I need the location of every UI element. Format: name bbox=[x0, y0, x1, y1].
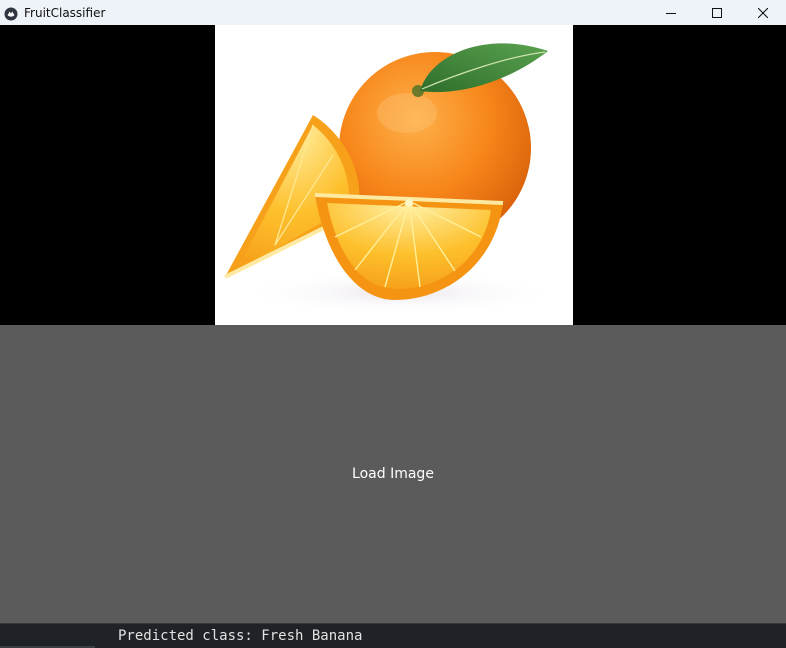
close-icon bbox=[758, 7, 768, 18]
minimize-icon bbox=[666, 12, 676, 14]
app-window: FruitClassifier Load Image Predicted cla… bbox=[0, 0, 786, 648]
close-button[interactable] bbox=[740, 0, 786, 25]
maximize-icon bbox=[712, 7, 722, 18]
window-title: FruitClassifier bbox=[24, 5, 106, 20]
app-logo-icon bbox=[4, 6, 18, 20]
minimize-button[interactable] bbox=[648, 0, 694, 25]
prediction-label: Predicted class: Fresh Banana bbox=[118, 628, 363, 644]
title-bar[interactable]: FruitClassifier bbox=[0, 0, 786, 25]
image-display-area bbox=[0, 25, 786, 325]
maximize-button[interactable] bbox=[694, 0, 740, 25]
load-image-button[interactable]: Load Image bbox=[0, 325, 786, 623]
status-bar: Predicted class: Fresh Banana bbox=[0, 623, 786, 648]
orange-fruit-image bbox=[224, 43, 560, 315]
loaded-image bbox=[215, 25, 573, 325]
window-controls bbox=[648, 0, 786, 25]
